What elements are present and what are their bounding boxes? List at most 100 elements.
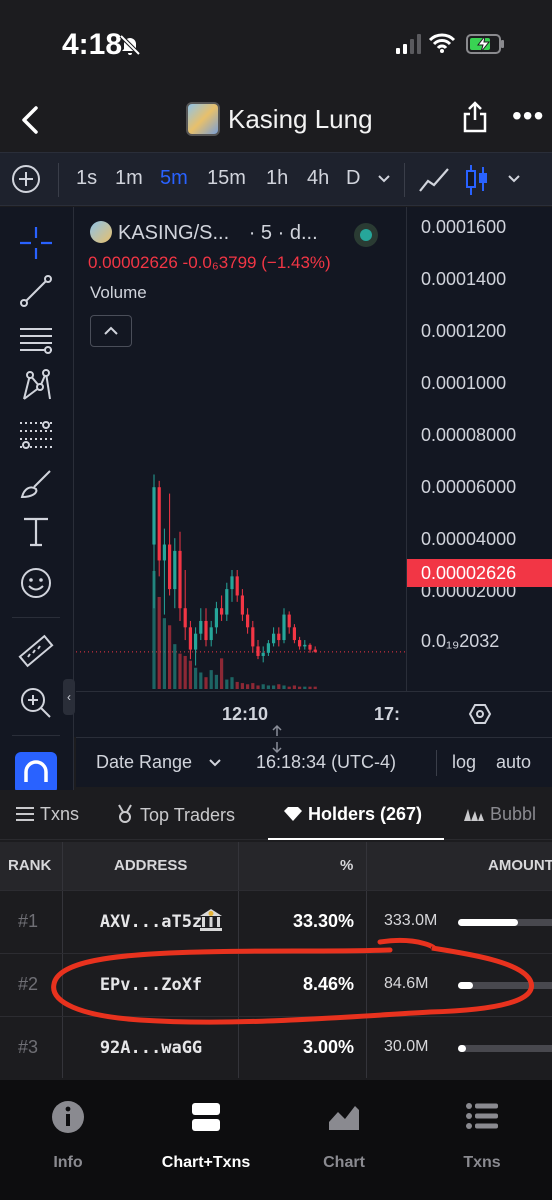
- candle-body: [246, 614, 250, 628]
- chevron-down-icon[interactable]: [506, 171, 522, 187]
- header-address[interactable]: ADDRESS: [114, 857, 187, 874]
- price-axis[interactable]: 0.0₁₉2032 0.00002000 0.00004000 0.00006000 0…: [406, 207, 552, 691]
- chart-settings-icon[interactable]: [468, 702, 492, 726]
- add-indicator-icon[interactable]: [12, 165, 40, 193]
- price-tick: 0.00006000: [421, 477, 517, 497]
- line-chart-icon[interactable]: [418, 165, 452, 195]
- candlestick-chart: [76, 474, 406, 689]
- zoom-in-icon[interactable]: [16, 683, 56, 723]
- row-address[interactable]: 92A...waGG: [86, 1038, 216, 1058]
- volume-bar: [261, 684, 265, 689]
- volume-bar: [272, 685, 276, 689]
- emoji-icon[interactable]: [16, 563, 56, 603]
- bottom-navigation: Info Chart+Txns Chart Txns: [0, 1080, 552, 1200]
- horizontal-lines-icon[interactable]: [16, 319, 56, 359]
- holding-bar: [458, 919, 552, 926]
- volume-bar: [235, 681, 239, 689]
- timeframe-1h[interactable]: 1h: [266, 167, 288, 190]
- time-tick: 12:10: [222, 704, 269, 724]
- timeframe-4h[interactable]: 4h: [307, 167, 329, 190]
- time-tick: 17:: [374, 704, 401, 724]
- candlestick-icon[interactable]: [464, 163, 490, 197]
- text-tool-icon[interactable]: [16, 511, 56, 551]
- price-tick: 0.0₁₉2032: [421, 631, 500, 651]
- brush-icon[interactable]: [16, 463, 56, 503]
- timeframe-1d[interactable]: D: [346, 167, 360, 190]
- share-icon[interactable]: [460, 100, 490, 134]
- row-amount: 333.0M: [384, 912, 438, 929]
- symbol-interval: · 5 · d...: [248, 222, 318, 244]
- candle-body: [266, 643, 270, 653]
- area-chart-icon: [329, 1106, 359, 1130]
- row-amount: 84.6M: [384, 975, 429, 992]
- ruler-icon[interactable]: [16, 631, 56, 671]
- resize-handle-icon[interactable]: [270, 724, 284, 754]
- page-title: Kasing Lung: [228, 104, 373, 134]
- back-chevron-icon[interactable]: [14, 102, 50, 138]
- header-amount[interactable]: AMOUNT: [488, 857, 552, 874]
- pattern-icon[interactable]: [16, 367, 56, 407]
- timeframe-5m[interactable]: 5m: [160, 167, 188, 190]
- timeframe-1s[interactable]: 1s: [76, 167, 97, 190]
- chevron-down-icon[interactable]: [208, 756, 222, 770]
- trend-line-icon[interactable]: [16, 271, 56, 311]
- timeframe-1m[interactable]: 1m: [115, 167, 143, 190]
- tab-top-traders-label: Top Traders: [140, 805, 236, 825]
- candle-body: [199, 620, 203, 634]
- volume-bar: [173, 644, 177, 689]
- divider: [436, 750, 437, 776]
- time-axis[interactable]: 12:10 17:: [76, 691, 552, 737]
- tab-holders[interactable]: Holders (267): [284, 804, 422, 825]
- volume-bar: [230, 677, 234, 689]
- candle-body: [272, 633, 276, 644]
- chart-txns-icon: [192, 1103, 220, 1131]
- row-address[interactable]: AXV...aT5z: [86, 912, 216, 932]
- table-row[interactable]: #1 AXV...aT5z 33.30% 333.0M: [0, 890, 552, 953]
- header-rank[interactable]: RANK: [8, 857, 51, 874]
- tab-bubblemaps[interactable]: Bubbl: [464, 804, 536, 825]
- candle-body: [251, 627, 255, 647]
- candle-body: [235, 576, 239, 596]
- toolbar-collapse-toggle[interactable]: ‹: [63, 679, 75, 715]
- candle-body: [204, 620, 208, 641]
- wifi-icon: [428, 33, 456, 53]
- volume-bar: [157, 596, 161, 689]
- divider: [404, 163, 405, 197]
- timeframe-15m[interactable]: 15m: [207, 167, 246, 190]
- candle-body: [240, 595, 244, 615]
- candle-body: [308, 644, 312, 650]
- magnet-mode-button[interactable]: [15, 752, 57, 794]
- date-range-button[interactable]: Date Range: [96, 752, 192, 773]
- price-plot[interactable]: KASING/S... · 5 · d... 0.00002626 -0.0₆3…: [76, 207, 406, 691]
- crosshair-icon[interactable]: [16, 223, 56, 263]
- candle-body: [282, 614, 286, 641]
- list-icon: [466, 1103, 498, 1129]
- nav-info-label: Info: [53, 1154, 83, 1171]
- holding-bar: [458, 1045, 552, 1052]
- chevron-up-icon: [104, 326, 118, 335]
- collapse-legend-button[interactable]: [90, 315, 132, 347]
- table-row[interactable]: #3 92A...waGG 3.00% 30.0M: [0, 1016, 552, 1078]
- tab-top-traders[interactable]: Top Traders: [116, 804, 235, 826]
- candle-body: [261, 652, 265, 656]
- fib-retracement-icon[interactable]: [16, 415, 56, 455]
- more-options-icon[interactable]: •••: [512, 102, 544, 130]
- volume-bar: [256, 685, 260, 689]
- battery-charging-icon: [466, 34, 504, 54]
- header-percent[interactable]: %: [340, 857, 353, 874]
- magnet-icon: [24, 760, 48, 782]
- chevron-down-icon[interactable]: [376, 171, 392, 187]
- tab-bubblemaps-label: Bubbl: [490, 804, 537, 824]
- current-price-tag: 0.00002626: [407, 559, 552, 587]
- row-address[interactable]: EPv...ZoXf: [86, 975, 216, 995]
- candle-body: [313, 649, 317, 652]
- table-row[interactable]: #2 EPv...ZoXf 8.46% 84.6M: [0, 953, 552, 1016]
- auto-scale-toggle[interactable]: auto: [496, 752, 531, 773]
- tab-txns[interactable]: Txns: [16, 804, 79, 825]
- volume-bar: [308, 686, 312, 689]
- holding-bar-fill: [458, 1045, 466, 1052]
- divider: [12, 735, 60, 736]
- volume-bar: [303, 686, 307, 689]
- log-scale-toggle[interactable]: log: [452, 752, 476, 773]
- cellular-signal-icon: [396, 34, 421, 54]
